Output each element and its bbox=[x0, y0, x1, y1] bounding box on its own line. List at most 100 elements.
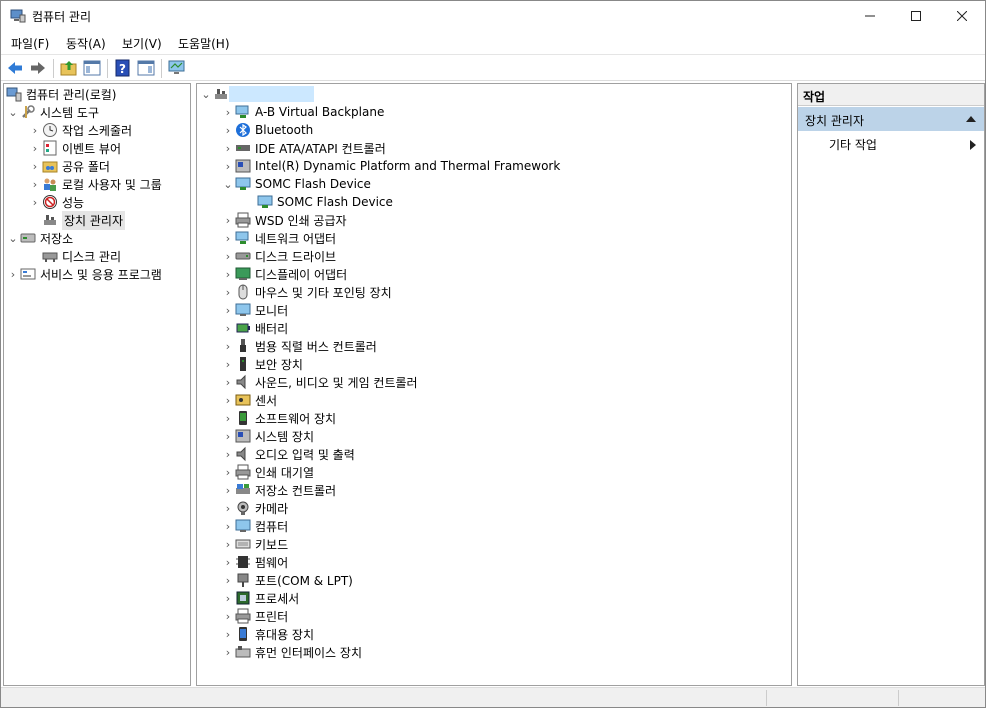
device-category[interactable]: › 마우스 및 기타 포인팅 장치 bbox=[221, 283, 392, 301]
tree-item-disk-management[interactable]: 디스크 관리 bbox=[42, 247, 121, 265]
chevron-right-icon[interactable]: › bbox=[221, 391, 235, 409]
device-category[interactable]: › Bluetooth bbox=[221, 121, 313, 139]
device-category[interactable]: › 센서 bbox=[221, 391, 277, 409]
chevron-right-icon[interactable]: › bbox=[221, 427, 235, 445]
tree-item-root[interactable]: 컴퓨터 관리(로컬) bbox=[6, 85, 116, 103]
chevron-right-icon[interactable]: › bbox=[221, 553, 235, 571]
device-category[interactable]: › 포트(COM & LPT) bbox=[221, 571, 353, 589]
device-category[interactable]: › 인쇄 대기열 bbox=[221, 463, 314, 481]
device-category[interactable]: › 모니터 bbox=[221, 301, 288, 319]
tree-item-system-tools[interactable]: ⌄ 시스템 도구 bbox=[6, 103, 99, 121]
more-actions-item[interactable]: 기타 작업 bbox=[829, 136, 877, 153]
device-category[interactable]: › 디스플레이 어댑터 bbox=[221, 265, 347, 283]
chevron-right-icon[interactable]: › bbox=[221, 571, 235, 589]
menu-help[interactable]: 도움말(H) bbox=[178, 35, 230, 52]
device-category[interactable]: › 네트워크 어댑터 bbox=[221, 229, 336, 247]
device-category[interactable]: › 카메라 bbox=[221, 499, 288, 517]
chevron-right-icon[interactable]: › bbox=[28, 121, 42, 139]
chevron-down-icon[interactable]: ⌄ bbox=[6, 229, 20, 247]
device-category[interactable]: › 휴먼 인터페이스 장치 bbox=[221, 643, 362, 661]
device-category[interactable]: › Intel(R) Dynamic Platform and Thermal F… bbox=[221, 157, 561, 175]
menu-file[interactable]: 파일(F) bbox=[11, 35, 49, 52]
device-category[interactable]: › 디스크 드라이브 bbox=[221, 247, 336, 265]
device-category[interactable]: › 범용 직렬 버스 컨트롤러 bbox=[221, 337, 377, 355]
tree-item-device-manager[interactable]: 장치 관리자 bbox=[42, 210, 126, 230]
minimize-button[interactable] bbox=[847, 1, 893, 31]
submenu-arrow-icon[interactable] bbox=[970, 140, 976, 150]
monitor-icon[interactable] bbox=[168, 59, 186, 77]
chevron-right-icon[interactable]: › bbox=[221, 265, 235, 283]
device-category[interactable]: › 저장소 컨트롤러 bbox=[221, 481, 336, 499]
tree-item-event-viewer[interactable]: › 이벤트 뷰어 bbox=[28, 139, 121, 157]
menu-action[interactable]: 동작(A) bbox=[66, 35, 106, 52]
chevron-right-icon[interactable]: › bbox=[221, 607, 235, 625]
chevron-right-icon[interactable]: › bbox=[221, 625, 235, 643]
chevron-right-icon[interactable]: › bbox=[221, 211, 235, 229]
chevron-right-icon[interactable]: › bbox=[221, 373, 235, 391]
device-category[interactable]: SOMC Flash Device bbox=[257, 193, 393, 211]
chevron-right-icon[interactable]: › bbox=[6, 265, 20, 283]
chevron-right-icon[interactable]: › bbox=[28, 139, 42, 157]
maximize-button[interactable] bbox=[893, 1, 939, 31]
device-category[interactable]: › WSD 인쇄 공급자 bbox=[221, 211, 347, 229]
chevron-right-icon[interactable]: › bbox=[221, 463, 235, 481]
device-tree-root[interactable]: ⌄ bbox=[199, 85, 314, 103]
chevron-right-icon[interactable]: › bbox=[221, 337, 235, 355]
chevron-right-icon[interactable]: › bbox=[221, 301, 235, 319]
chevron-right-icon[interactable]: › bbox=[28, 175, 42, 193]
chevron-right-icon[interactable]: › bbox=[221, 157, 235, 175]
chevron-right-icon[interactable]: › bbox=[28, 157, 42, 175]
show-hide-tree-icon[interactable] bbox=[83, 59, 101, 77]
chevron-right-icon[interactable]: › bbox=[221, 517, 235, 535]
device-category[interactable]: › 보안 장치 bbox=[221, 355, 303, 373]
device-category[interactable]: ⌄ SOMC Flash Device bbox=[221, 175, 371, 193]
device-category[interactable]: › 배터리 bbox=[221, 319, 288, 337]
device-category[interactable]: › 컴퓨터 bbox=[221, 517, 288, 535]
chevron-right-icon[interactable]: › bbox=[221, 589, 235, 607]
up-folder-icon[interactable] bbox=[60, 59, 78, 77]
chevron-right-icon[interactable]: › bbox=[221, 103, 235, 121]
device-category[interactable]: › 소프트웨어 장치 bbox=[221, 409, 336, 427]
tree-item-storage[interactable]: ⌄ 저장소 bbox=[6, 229, 73, 247]
close-button[interactable] bbox=[939, 1, 985, 31]
menu-view[interactable]: 보기(V) bbox=[122, 35, 162, 52]
device-category[interactable]: › A-B Virtual Backplane bbox=[221, 103, 385, 121]
actions-group-device-manager[interactable]: 장치 관리자 bbox=[798, 107, 984, 131]
chevron-right-icon[interactable]: › bbox=[221, 247, 235, 265]
forward-icon[interactable] bbox=[29, 59, 47, 77]
device-category[interactable]: › 프로세서 bbox=[221, 589, 299, 607]
chevron-down-icon[interactable]: ⌄ bbox=[6, 103, 20, 121]
tree-item-performance[interactable]: › 성능 bbox=[28, 193, 84, 211]
device-category[interactable]: › 키보드 bbox=[221, 535, 288, 553]
chevron-right-icon[interactable]: › bbox=[221, 535, 235, 553]
collapse-up-icon[interactable] bbox=[966, 115, 976, 123]
chevron-right-icon[interactable]: › bbox=[221, 355, 235, 373]
help-icon[interactable]: ? bbox=[114, 59, 132, 77]
device-category[interactable]: › 휴대용 장치 bbox=[221, 625, 314, 643]
device-category[interactable]: › 시스템 장치 bbox=[221, 427, 314, 445]
chevron-right-icon[interactable]: › bbox=[221, 445, 235, 463]
device-category[interactable]: › 프린터 bbox=[221, 607, 288, 625]
tree-item-services-apps[interactable]: › 서비스 및 응용 프로그램 bbox=[6, 265, 162, 283]
chevron-right-icon[interactable]: › bbox=[221, 283, 235, 301]
tree-item-shared-folders[interactable]: › 공유 폴더 bbox=[28, 157, 110, 175]
tree-item-task-scheduler[interactable]: › 작업 스케줄러 bbox=[28, 121, 132, 139]
device-category[interactable]: › 사운드, 비디오 및 게임 컨트롤러 bbox=[221, 373, 418, 391]
chevron-right-icon[interactable]: › bbox=[221, 319, 235, 337]
chevron-right-icon[interactable]: › bbox=[221, 409, 235, 427]
back-icon[interactable] bbox=[6, 59, 24, 77]
chevron-down-icon[interactable]: ⌄ bbox=[221, 175, 235, 193]
chevron-right-icon[interactable]: › bbox=[221, 481, 235, 499]
chevron-right-icon[interactable]: › bbox=[221, 121, 235, 139]
chevron-right-icon[interactable]: › bbox=[221, 643, 235, 661]
chevron-down-icon[interactable]: ⌄ bbox=[199, 85, 213, 103]
chevron-right-icon[interactable]: › bbox=[221, 499, 235, 517]
tree-item-local-users[interactable]: › 로컬 사용자 및 그룹 bbox=[28, 175, 162, 193]
show-hide-action-icon[interactable] bbox=[137, 59, 155, 77]
chevron-right-icon[interactable]: › bbox=[221, 229, 235, 247]
device-category[interactable]: › IDE ATA/ATAPI 컨트롤러 bbox=[221, 139, 386, 157]
device-category[interactable]: › 펌웨어 bbox=[221, 553, 288, 571]
chevron-right-icon[interactable]: › bbox=[28, 193, 42, 211]
chevron-right-icon[interactable]: › bbox=[221, 139, 235, 157]
device-category[interactable]: › 오디오 입력 및 출력 bbox=[221, 445, 355, 463]
